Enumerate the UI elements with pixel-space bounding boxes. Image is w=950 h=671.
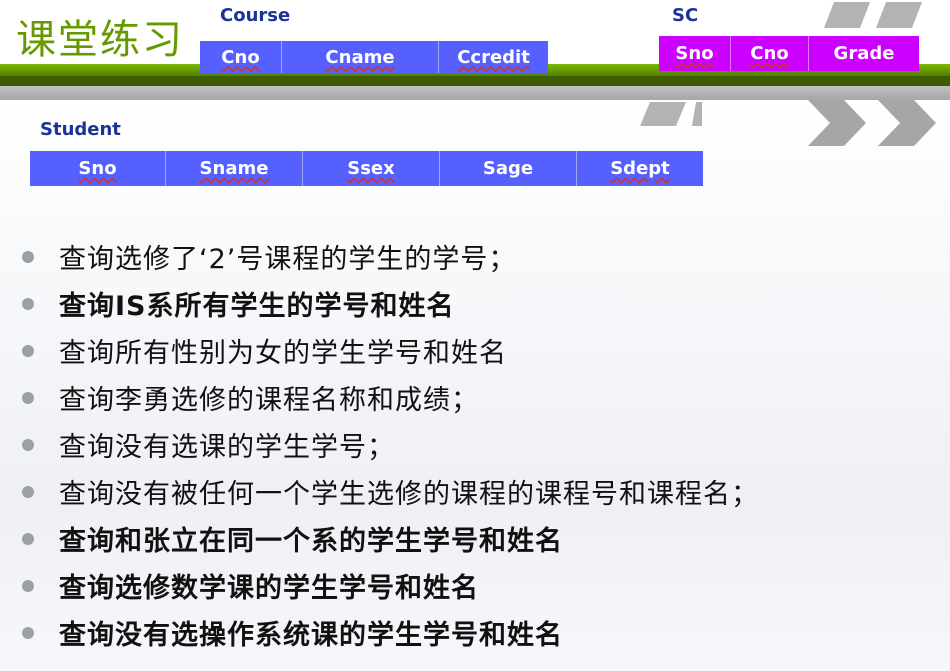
student-column-sdept: Sdept: [610, 158, 670, 179]
sc-column-sno: Sno: [659, 36, 731, 71]
chevron-decoration-icon: [824, 2, 922, 28]
list-item: 查询李勇选修的课程名称和成绩；: [22, 374, 932, 421]
student-column-ssex: Ssex: [303, 151, 440, 186]
bullet-dot-icon: [22, 485, 34, 498]
list-item: 查询和张立在同一个系的学生学号和姓名: [22, 515, 932, 562]
course-column-ccredit: Ccredit: [457, 46, 530, 68]
sc-table: Sno Cno Grade: [659, 36, 919, 71]
list-item: 查询选修数学课的学生学号和姓名: [22, 562, 932, 609]
course-table-caption: Course: [220, 5, 291, 26]
sc-column-cno: Cno: [731, 36, 809, 71]
student-table: Sno Sname Ssex Sage Sdept: [30, 151, 703, 186]
student-column-sno: Sno: [30, 151, 166, 186]
bullet-dot-icon: [22, 250, 34, 263]
student-column-sage: Sage: [440, 151, 577, 186]
chevron-decoration-icon: [640, 102, 702, 126]
bullet-dot-icon: [22, 579, 34, 592]
list-item: 查询所有性别为女的学生学号和姓名: [22, 327, 932, 374]
exercise-list: 查询选修了‘2’号课程的学生的学号； 查询IS系所有学生的学号和姓名 查询所有性…: [22, 233, 932, 656]
bullet-dot-icon: [22, 297, 34, 310]
list-item: 查询没有被任何一个学生选修的课程的课程号和课程名；: [22, 468, 932, 515]
course-column-cno: Cno: [200, 41, 282, 73]
sc-table-caption: SC: [672, 5, 699, 26]
slide-title: 课堂练习: [16, 17, 184, 63]
header-band-grey: [0, 86, 950, 100]
student-table-caption: Student: [40, 119, 121, 140]
bullet-dot-icon: [22, 391, 34, 404]
bullet-dot-icon: [22, 626, 34, 639]
student-column-sname: Sname: [166, 151, 303, 186]
list-item: 查询没有选操作系统课的学生学号和姓名: [22, 609, 932, 656]
header-band-olive: [0, 76, 950, 86]
sc-column-grade: Grade: [833, 43, 895, 64]
list-item: 查询没有选课的学生学号；: [22, 421, 932, 468]
bullet-dot-icon: [22, 532, 34, 545]
bullet-dot-icon: [22, 344, 34, 357]
course-table: Cno Cname Ccredit: [200, 41, 548, 73]
list-item: 查询IS系所有学生的学号和姓名: [22, 280, 932, 327]
list-item: 查询选修了‘2’号课程的学生的学号；: [22, 233, 932, 280]
chevron-decoration-icon: [808, 100, 936, 146]
bullet-dot-icon: [22, 438, 34, 451]
course-column-cname: Cname: [282, 41, 439, 73]
